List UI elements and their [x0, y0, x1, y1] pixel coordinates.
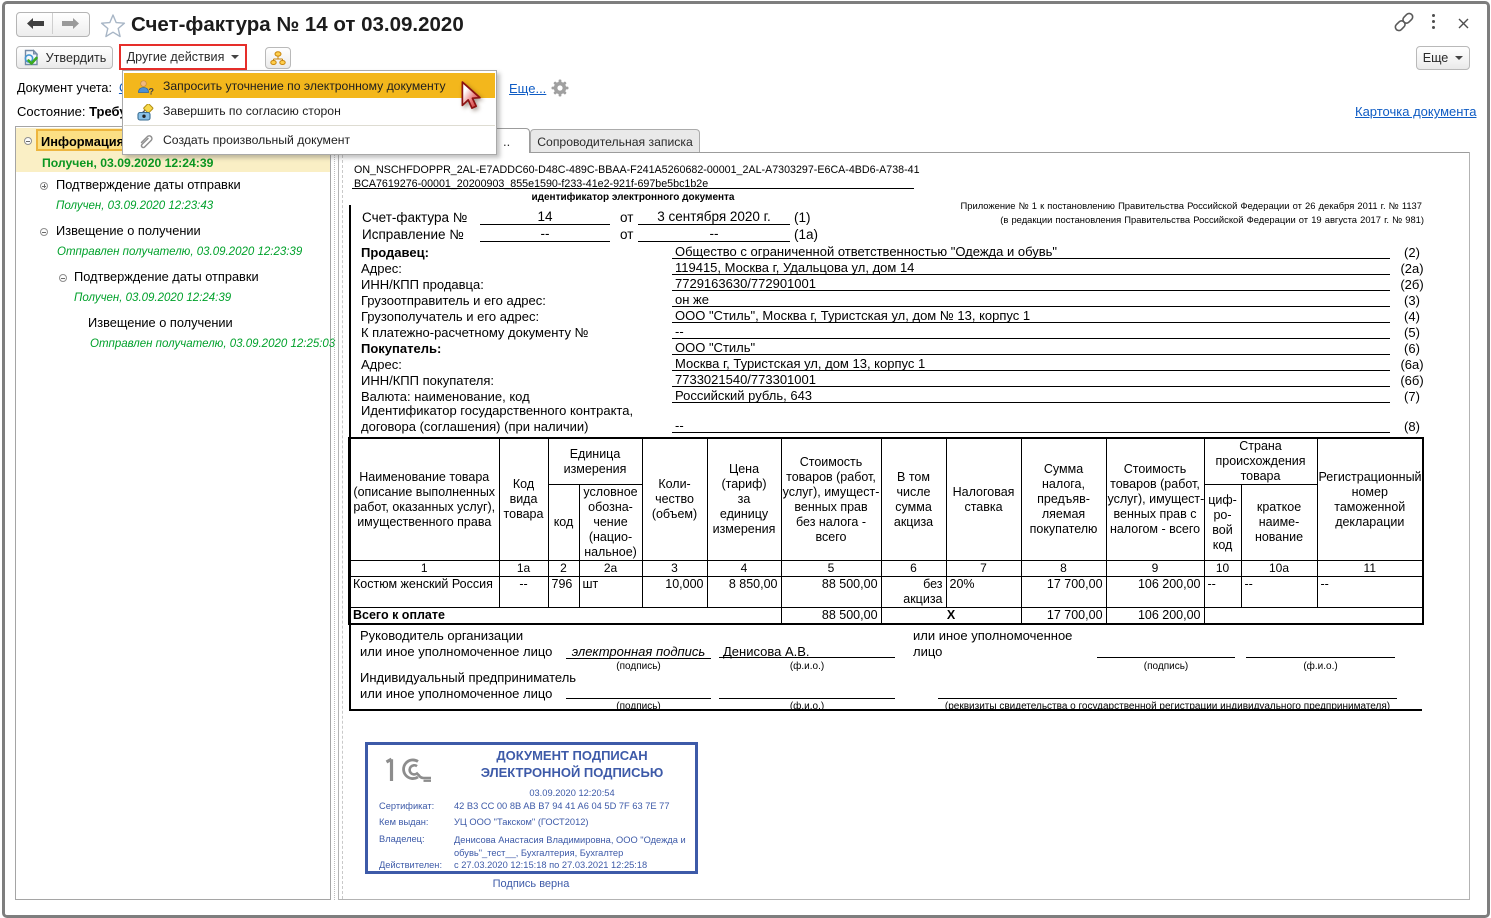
svg-text:?: ?	[149, 87, 155, 97]
